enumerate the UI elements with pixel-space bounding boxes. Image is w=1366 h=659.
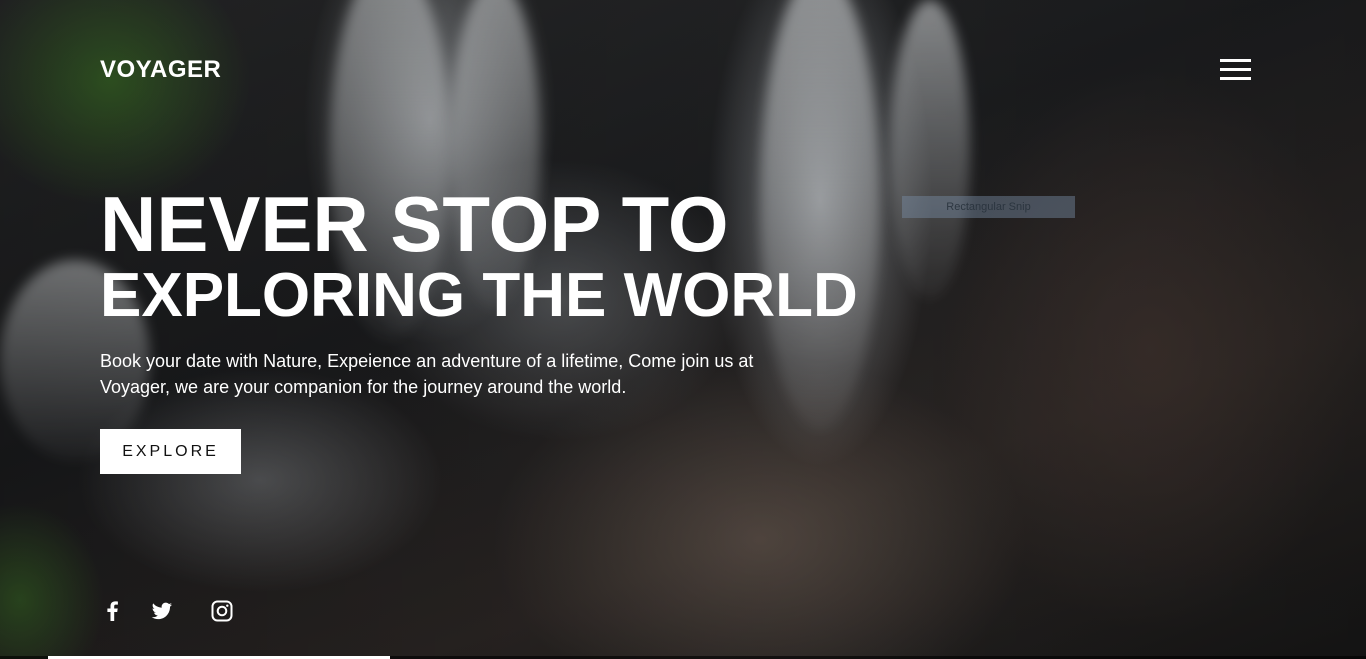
instagram-icon[interactable] xyxy=(209,598,235,624)
hero-headline-line2: EXPLORING THE WORLD xyxy=(100,261,858,330)
hero-headline-line1: NEVER STOP TO xyxy=(100,180,729,268)
facebook-icon[interactable] xyxy=(100,598,126,624)
snip-overlay-label: Rectangular Snip xyxy=(902,196,1075,218)
twitter-icon[interactable] xyxy=(149,598,175,624)
hamburger-menu-icon[interactable] xyxy=(1220,59,1252,81)
hero-section: VOYAGER Rectangular Snip NEVER STOP TO E… xyxy=(0,0,1366,659)
hero-description: Book your date with Nature, Expeience an… xyxy=(100,351,754,397)
explore-button[interactable]: EXPLORE xyxy=(100,429,241,474)
site-logo[interactable]: VOYAGER xyxy=(100,56,221,84)
